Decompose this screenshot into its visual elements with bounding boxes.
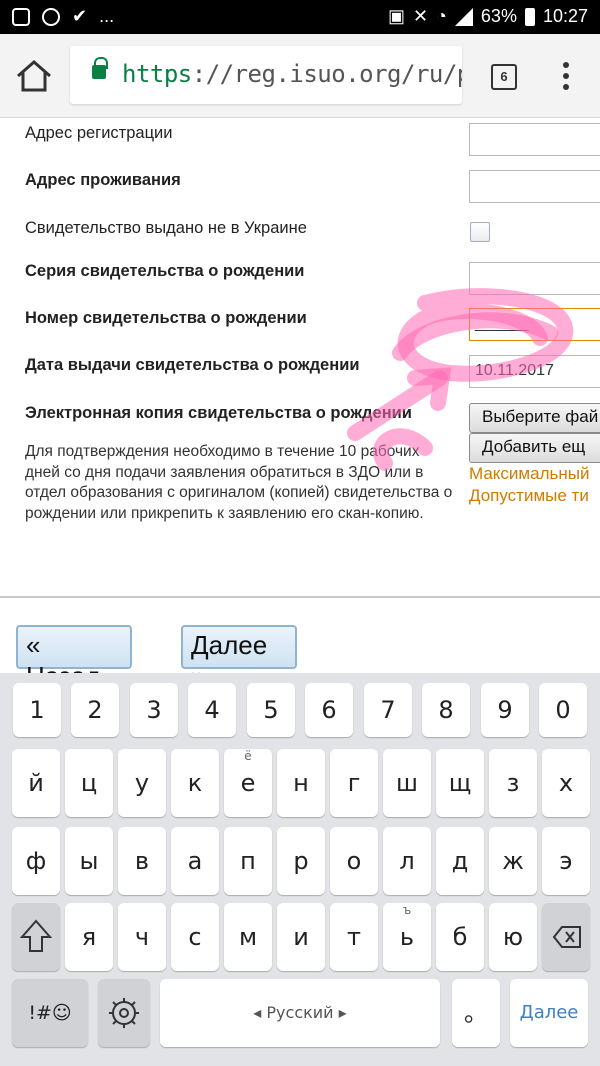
key-щ[interactable]: щ [436, 749, 484, 817]
key-ф[interactable]: ф [12, 827, 60, 895]
lock-icon [92, 57, 108, 79]
certificate-number-value: ______ [475, 315, 529, 332]
key-а[interactable]: а [171, 827, 219, 895]
instagram-icon [12, 7, 30, 26]
key-3[interactable]: 3 [130, 683, 178, 737]
key-о[interactable]: о [330, 827, 378, 895]
key-и[interactable]: и [277, 903, 325, 971]
key-с[interactable]: с [171, 903, 219, 971]
key-е[interactable]: ёе [224, 749, 272, 817]
max-size-note: Максимальный [469, 464, 590, 483]
residence-address-input[interactable] [469, 170, 600, 203]
tab-switcher-button[interactable]: 6 [491, 64, 517, 90]
key-я[interactable]: я [65, 903, 113, 971]
mute-icon: ✕ [412, 6, 429, 26]
key-п[interactable]: п [224, 827, 272, 895]
key-у[interactable]: у [118, 749, 166, 817]
certificate-series-label: Серия свидетельства о рождении [25, 262, 305, 280]
issued-abroad-label: Свидетельство выдано не в Украине [25, 219, 307, 237]
battery-percent: 63% [480, 6, 517, 26]
confirmation-hint: Для подтверждения необходимо в течение 1… [25, 443, 453, 522]
key-1[interactable]: 1 [13, 683, 61, 737]
android-icon: ▣ [387, 6, 405, 26]
backspace-key[interactable] [542, 903, 590, 971]
key-7[interactable]: 7 [364, 683, 412, 737]
key-ы[interactable]: ы [65, 827, 113, 895]
key-9[interactable]: 9 [481, 683, 529, 737]
key-ь[interactable]: ъь [383, 903, 431, 971]
key-е-alt: ё [244, 749, 252, 763]
url-text: https://reg.isuo.org/ru/pare [122, 60, 462, 88]
key-8[interactable]: 8 [422, 683, 470, 737]
wifi-icon: ◔ [436, 6, 447, 26]
residence-address-label: Адрес проживания [25, 171, 181, 189]
issue-date-input[interactable]: 10.11.2017 [469, 355, 600, 388]
allowed-types-note: Допустимые ти [469, 486, 589, 505]
address-bar[interactable]: https://reg.isuo.org/ru/pare [70, 46, 462, 104]
shift-key[interactable] [12, 903, 60, 971]
electronic-copy-label: Электронная копия свидетельства о рожден… [25, 404, 412, 422]
next-button[interactable]: Далее » [181, 625, 297, 691]
certificate-number-label: Номер свидетельства о рождении [25, 309, 307, 327]
onscreen-keyboard: 1 2 3 4 5 6 7 8 9 0 й ц у к ёе н г ш щ з… [0, 673, 600, 1066]
key-0[interactable]: 0 [539, 683, 587, 737]
key-6[interactable]: 6 [305, 683, 353, 737]
key-д[interactable]: д [436, 827, 484, 895]
status-bar: ✔ ... ▣ ✕ ◔ 63% 10:27 [0, 0, 600, 34]
certificate-series-input[interactable] [469, 262, 600, 295]
space-key[interactable]: ◂ Русский ▸ [160, 979, 440, 1047]
key-т[interactable]: т [330, 903, 378, 971]
keyboard-divider [0, 596, 600, 598]
key-ж[interactable]: ж [489, 827, 537, 895]
space-key-label: ◂ Русский ▸ [253, 1003, 347, 1022]
key-ш[interactable]: ш [383, 749, 431, 817]
notification-icon [42, 7, 60, 26]
backspace-icon [552, 926, 581, 948]
key-в[interactable]: в [118, 827, 166, 895]
period-key[interactable]: 。 [452, 979, 500, 1047]
key-ч[interactable]: ч [118, 903, 166, 971]
back-button[interactable]: « Назад [16, 625, 132, 691]
key-к[interactable]: к [171, 749, 219, 817]
key-б[interactable]: б [436, 903, 484, 971]
registration-address-label: Адрес регистрации [25, 124, 173, 142]
key-й[interactable]: й [12, 749, 60, 817]
home-icon [17, 60, 51, 92]
key-ю[interactable]: ю [489, 903, 537, 971]
key-2[interactable]: 2 [71, 683, 119, 737]
key-н[interactable]: н [277, 749, 325, 817]
key-м[interactable]: м [224, 903, 272, 971]
key-х[interactable]: х [542, 749, 590, 817]
issued-abroad-checkbox[interactable] [470, 222, 490, 242]
enter-key[interactable]: Далее [510, 979, 588, 1047]
symbols-key[interactable]: !#☺ [12, 979, 88, 1047]
battery-icon [524, 7, 535, 26]
application-form: Адрес регистрации Адрес проживания Свиде… [0, 118, 600, 596]
key-з[interactable]: з [489, 749, 537, 817]
issue-date-value: 10.11.2017 [475, 362, 554, 379]
certificate-number-input[interactable]: ______ [469, 308, 600, 341]
registration-address-input[interactable] [469, 123, 600, 156]
key-ь-alt: ъ [402, 903, 412, 917]
key-р[interactable]: р [277, 827, 325, 895]
add-more-button[interactable]: Добавить ещ [469, 433, 600, 463]
checkmark-download-icon: ✔ [72, 6, 88, 26]
signal-icon [454, 7, 473, 26]
clock: 10:27 [542, 6, 588, 26]
shift-icon [19, 919, 53, 952]
home-button[interactable] [14, 58, 54, 94]
gear-icon [109, 998, 139, 1028]
more-notifications: ... [99, 6, 115, 26]
overflow-menu-icon[interactable] [560, 60, 572, 94]
browser-toolbar: https://reg.isuo.org/ru/pare 6 [0, 34, 600, 118]
key-э[interactable]: э [542, 827, 590, 895]
settings-key[interactable] [98, 979, 150, 1047]
key-ц[interactable]: ц [65, 749, 113, 817]
choose-file-button[interactable]: Выберите фай [469, 403, 600, 433]
issue-date-label: Дата выдачи свидетельства о рождении [25, 356, 360, 374]
key-г[interactable]: г [330, 749, 378, 817]
